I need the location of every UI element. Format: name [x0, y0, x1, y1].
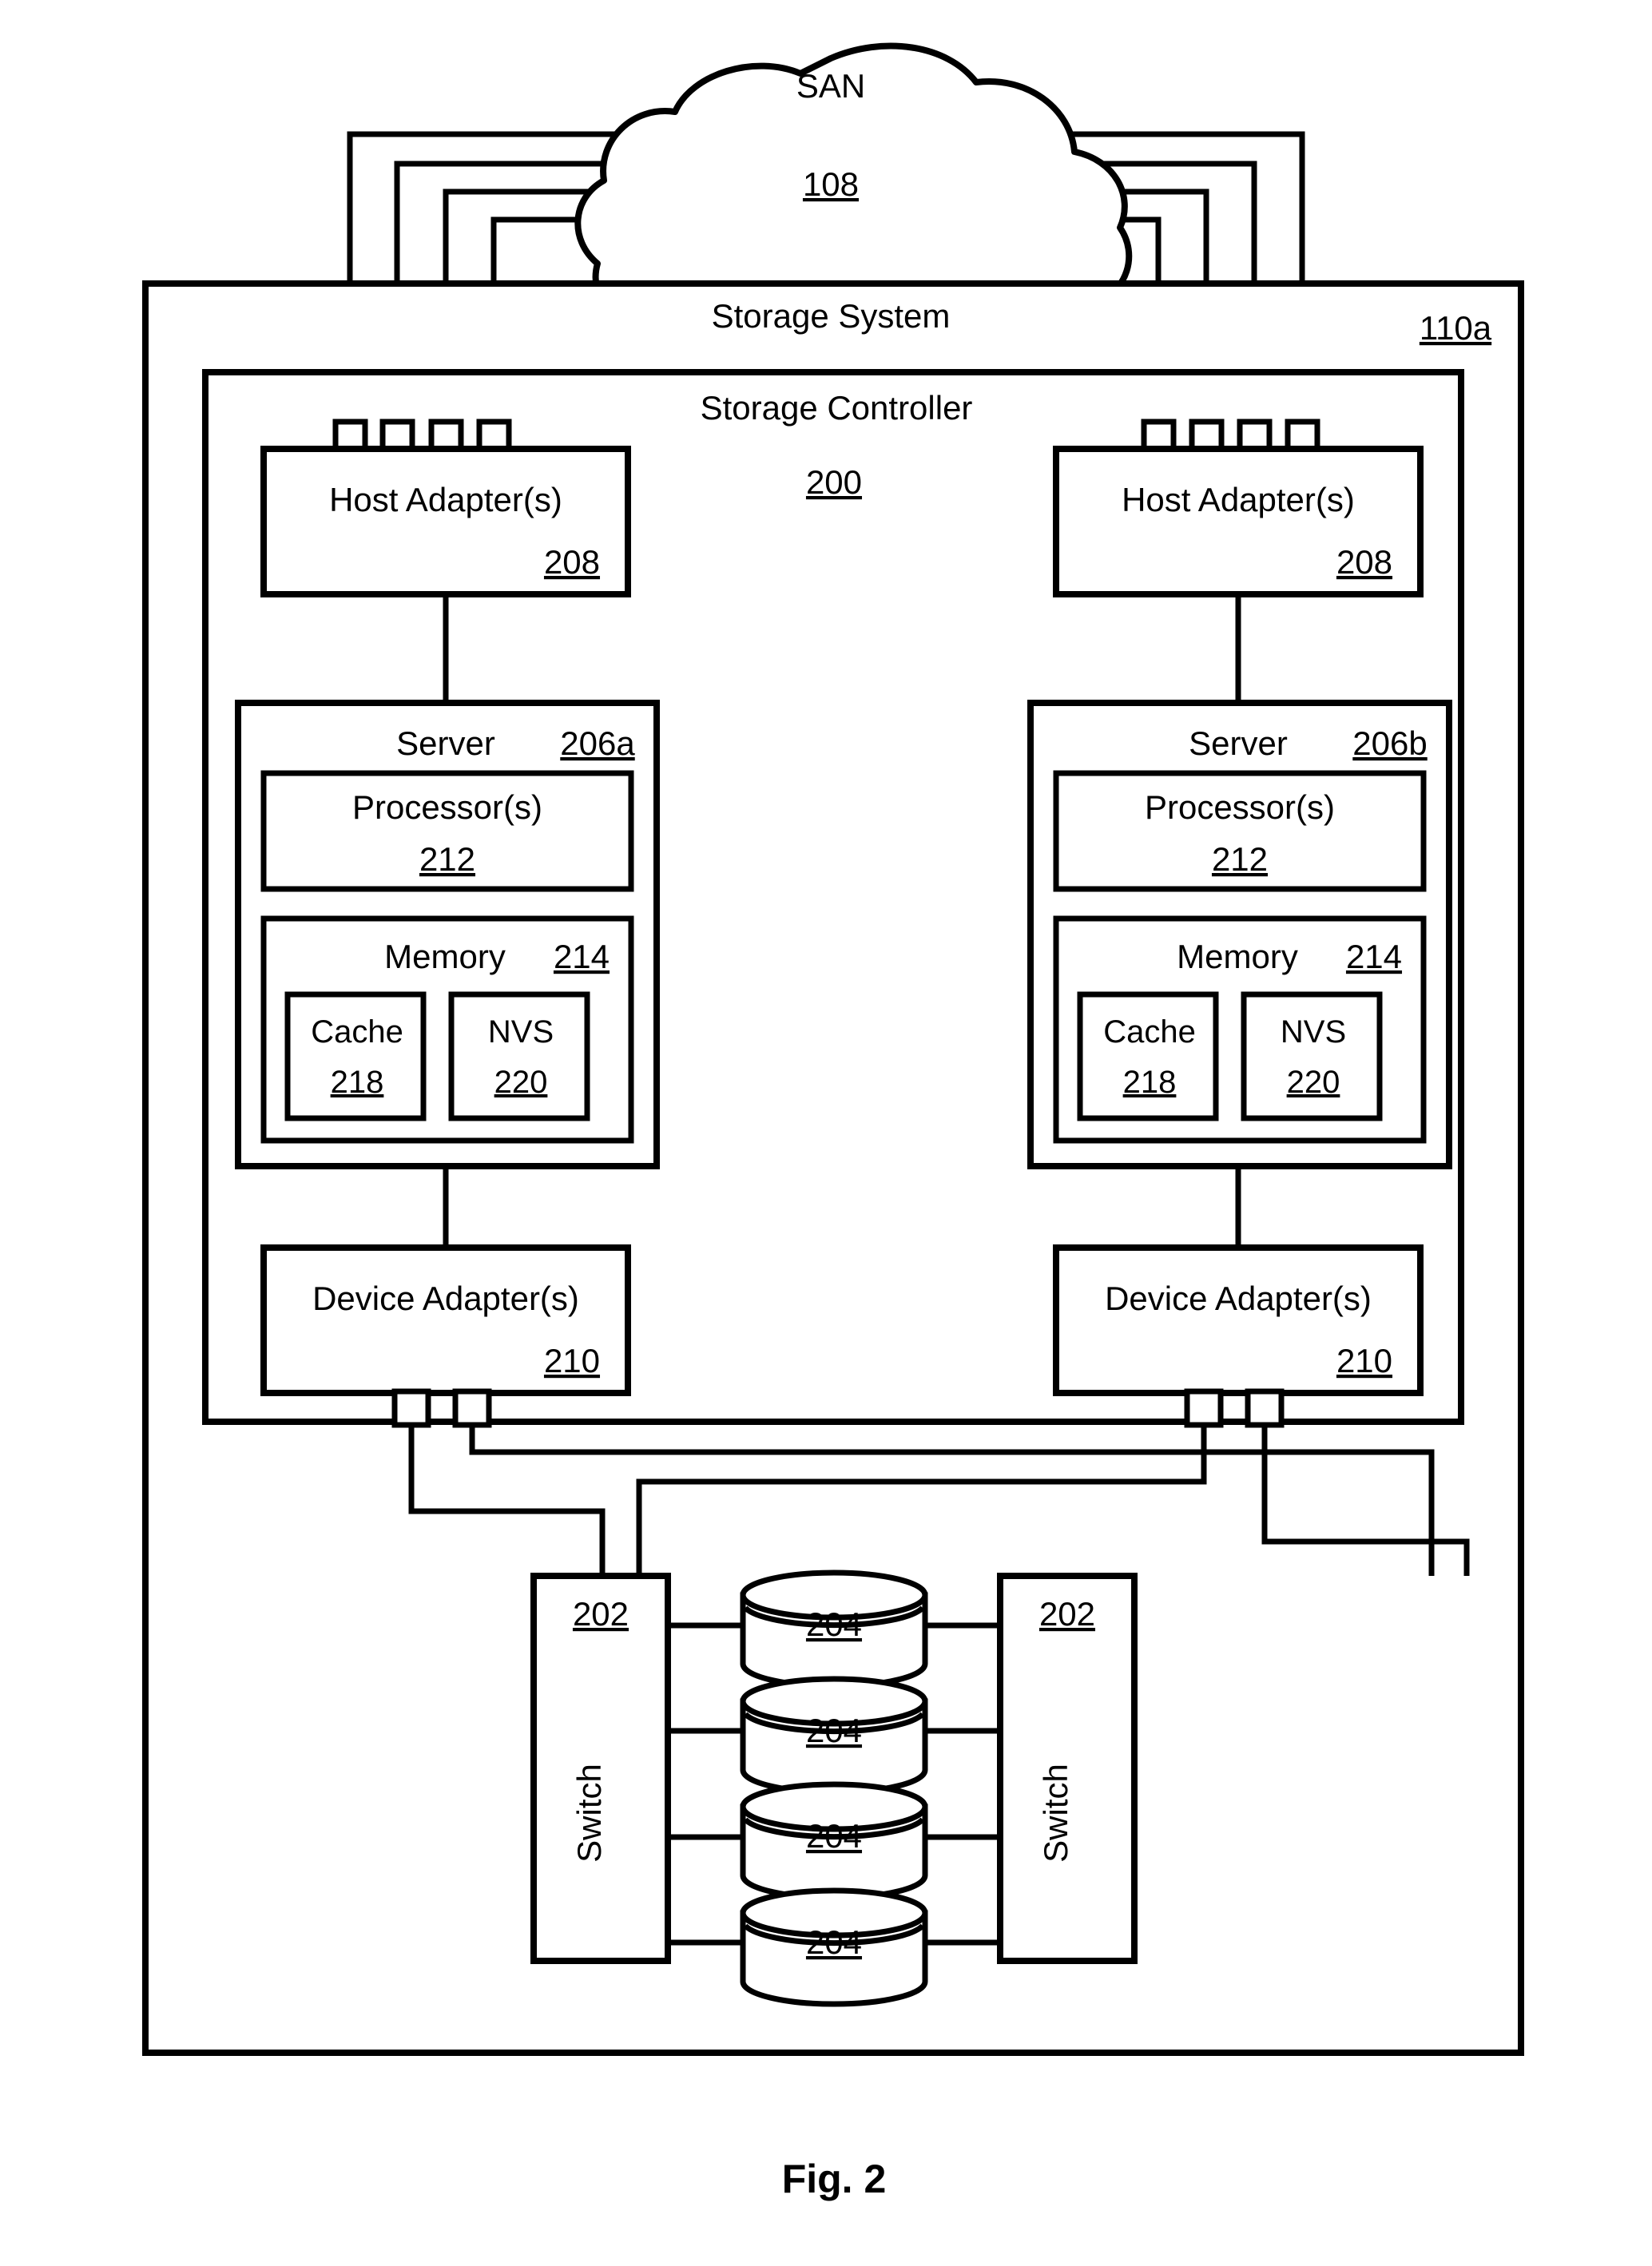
storage-drive-3[interactable]: 204: [740, 1781, 928, 1901]
cache-right-ref: 218: [1123, 1065, 1177, 1100]
storage-drive-4[interactable]: 204: [740, 1887, 928, 2007]
storage-system-label: Storage System: [712, 297, 951, 335]
storage-controller-label: Storage Controller: [701, 389, 973, 427]
memory-left-label: Memory: [384, 938, 506, 975]
storage-controller-ref: 200: [806, 463, 862, 501]
processor-left-ref: 212: [419, 840, 475, 878]
server-left-label: Server: [396, 724, 495, 762]
cache-left-label: Cache: [311, 1014, 403, 1050]
server-right-label: Server: [1189, 724, 1288, 762]
host-adapter-left-group[interactable]: Host Adapter(s) 208: [260, 419, 631, 597]
host-adapter-right-label: Host Adapter(s): [1122, 481, 1355, 518]
storage-system-diagram: SAN 108 Storage System 110a Storage Cont…: [142, 42, 1524, 2201]
da-left-port-2[interactable]: [452, 1388, 492, 1428]
switch-right-label: Switch: [1037, 1764, 1074, 1863]
server-left-group[interactable]: Server 206a Processor(s) 212 Memory 214 …: [235, 700, 660, 1169]
figure-caption: Fig. 2: [782, 2157, 887, 2201]
nvs-left-ref: 220: [494, 1065, 548, 1100]
nvs-left-label: NVS: [488, 1014, 554, 1050]
switch-right-group[interactable]: 202 Switch: [997, 1573, 1138, 1964]
figure-2-root: SAN 108 Storage System 110a Storage Cont…: [0, 0, 1652, 2266]
storage-drive-1-ref: 204: [806, 1605, 862, 1643]
nvs-right-ref: 220: [1287, 1065, 1340, 1100]
switch-left-label: Switch: [570, 1764, 608, 1863]
device-adapter-left-ref: 210: [544, 1342, 600, 1379]
cache-right-label: Cache: [1103, 1014, 1196, 1050]
cache-left-ref: 218: [331, 1065, 384, 1100]
device-adapter-right-ref: 210: [1336, 1342, 1392, 1379]
da-left-port-1[interactable]: [391, 1388, 431, 1428]
host-adapter-left-ref: 208: [544, 543, 600, 581]
storage-drive-1[interactable]: 204: [740, 1570, 928, 1689]
storage-drive-2[interactable]: 204: [740, 1676, 928, 1796]
host-adapter-right-ref: 208: [1336, 543, 1392, 581]
device-adapter-right-label: Device Adapter(s): [1105, 1280, 1372, 1317]
storage-drive-2-ref: 204: [806, 1712, 862, 1749]
memory-right-ref: 214: [1346, 938, 1402, 975]
storage-drive-4-ref: 204: [806, 1923, 862, 1961]
server-right-ref: 206b: [1352, 724, 1427, 762]
server-right-group[interactable]: Server 206b Processor(s) 212 Memory 214 …: [1027, 700, 1452, 1169]
server-left-ref: 206a: [560, 724, 635, 762]
host-adapter-left-label: Host Adapter(s): [329, 481, 562, 518]
nvs-right-label: NVS: [1281, 1014, 1346, 1050]
san-ref: 108: [803, 165, 859, 203]
storage-system-ref: 110a: [1420, 309, 1492, 347]
da-right-port-1[interactable]: [1184, 1388, 1224, 1428]
storage-drive-3-ref: 204: [806, 1817, 862, 1855]
da-right-port-2[interactable]: [1245, 1388, 1285, 1428]
processor-right-ref: 212: [1212, 840, 1268, 878]
switch-left-ref: 202: [573, 1595, 629, 1633]
processor-right-label: Processor(s): [1145, 788, 1335, 826]
switch-right-ref: 202: [1039, 1595, 1095, 1633]
device-adapter-left-label: Device Adapter(s): [312, 1280, 579, 1317]
memory-left-ref: 214: [554, 938, 610, 975]
switch-left-group[interactable]: 202 Switch: [530, 1573, 671, 1964]
san-label: SAN: [796, 67, 865, 105]
host-adapter-right-group[interactable]: Host Adapter(s) 208: [1053, 419, 1424, 597]
memory-right-label: Memory: [1177, 938, 1298, 975]
processor-left-label: Processor(s): [352, 788, 542, 826]
